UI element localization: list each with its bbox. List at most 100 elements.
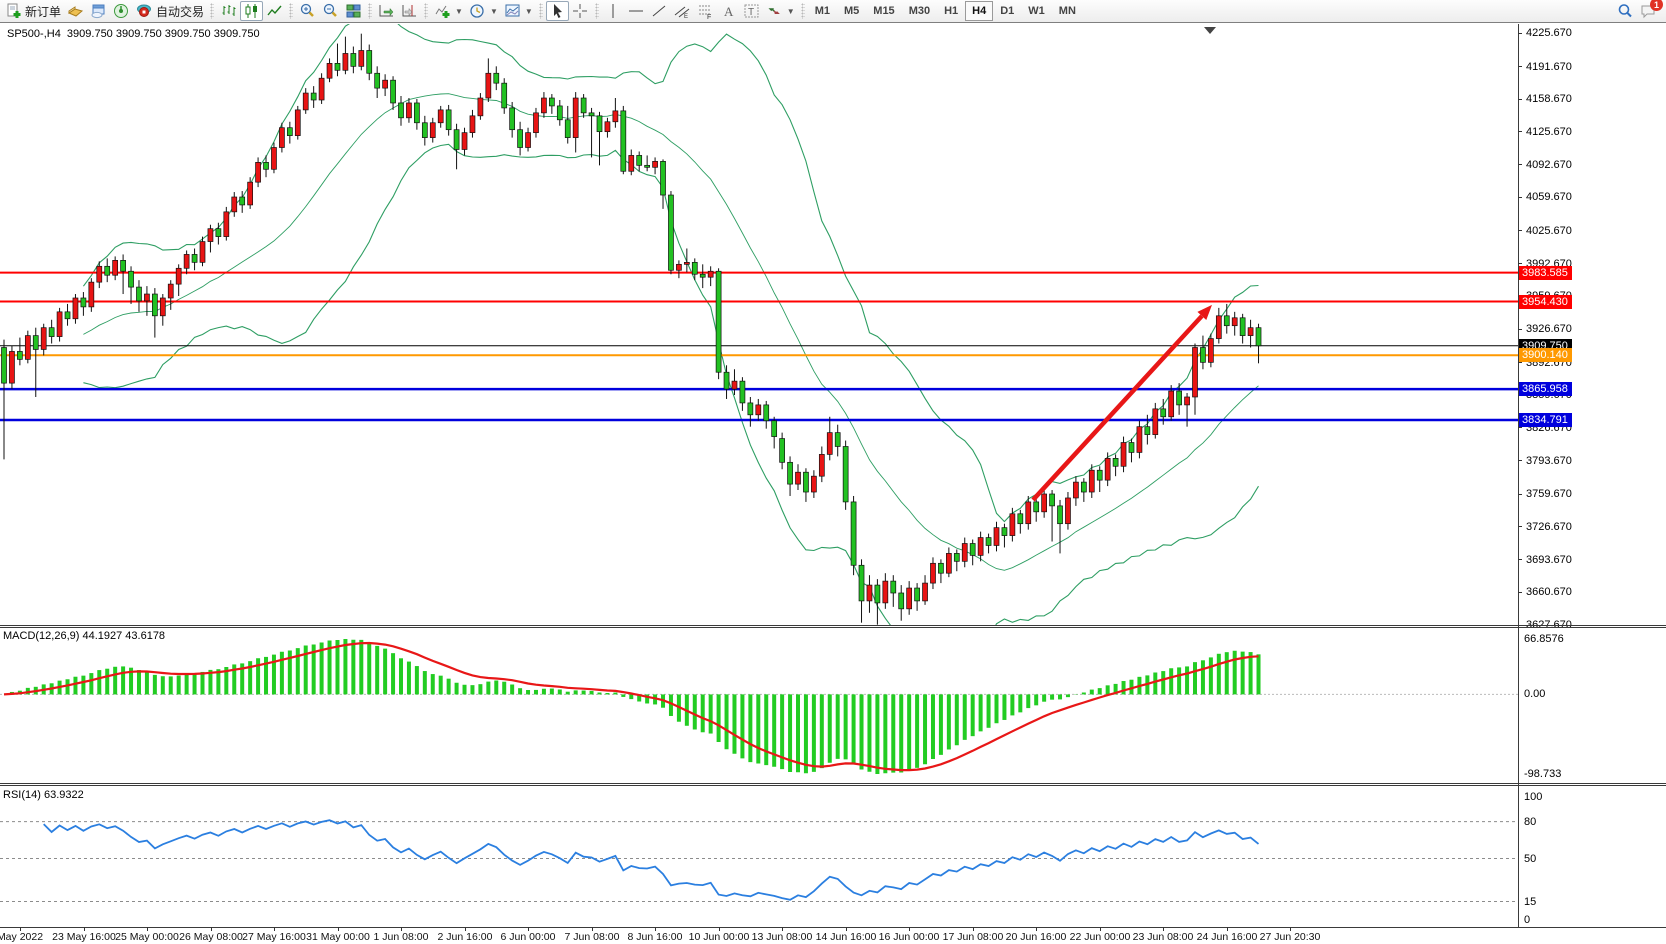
timeframe-d1[interactable]: D1 — [993, 1, 1021, 21]
bear-candle — [986, 538, 991, 546]
macd-pane[interactable] — [0, 628, 1518, 783]
timeframe-mn[interactable]: MN — [1052, 1, 1083, 21]
signal-button[interactable] — [110, 1, 133, 21]
timeframe-m15[interactable]: M15 — [866, 1, 901, 21]
autotrading-label: 自动交易 — [156, 3, 204, 20]
fibonacci-button[interactable]: F — [694, 1, 717, 21]
price-tag[interactable]: 3834.791 — [1519, 413, 1572, 427]
bear-candle — [240, 197, 245, 205]
price-axis-tick — [1518, 329, 1522, 330]
bear-candle — [764, 405, 769, 421]
templates-button[interactable]: ▼ — [501, 1, 536, 21]
bear-candle — [700, 274, 705, 277]
arrows-button[interactable]: ▼ — [763, 1, 798, 21]
trendline-button[interactable] — [648, 1, 671, 21]
bull-candle — [176, 268, 181, 284]
time-axis-label: 17 Jun 08:00 — [943, 931, 1004, 943]
bull-candle — [907, 588, 912, 609]
price-tag[interactable]: 3865.958 — [1519, 382, 1572, 396]
candlestick-chart-button[interactable] — [240, 1, 263, 21]
bear-candle — [81, 298, 86, 307]
bear-candle — [287, 128, 292, 136]
timeframe-w1[interactable]: W1 — [1021, 1, 1052, 21]
bear-candle — [970, 543, 975, 555]
toolbar-grip — [424, 3, 428, 19]
bull-candle — [478, 98, 483, 116]
bull-candle — [1089, 470, 1094, 492]
price-axis-label: 3759.670 — [1526, 488, 1572, 500]
chart-shift-marker[interactable] — [1204, 27, 1216, 34]
autotrading-button[interactable]: 自动交易 — [133, 1, 207, 21]
text-button[interactable]: A — [717, 1, 740, 21]
zoom-out-button[interactable] — [319, 1, 342, 21]
time-axis[interactable]: May 202223 May 16:0025 May 00:0026 May 0… — [0, 928, 1666, 944]
bear-candle — [803, 472, 808, 492]
bear-candle — [954, 553, 959, 561]
timeframe-m1[interactable]: M1 — [808, 1, 837, 21]
zoom-in-button[interactable] — [296, 1, 319, 21]
bull-candle — [930, 563, 935, 583]
notifications-button[interactable]: 1 — [1637, 1, 1660, 21]
price-tag[interactable]: 3900.140 — [1519, 348, 1572, 362]
horizontal-line-button[interactable] — [625, 1, 648, 21]
main-chart-pane[interactable] — [0, 24, 1518, 625]
arrows-icon — [766, 3, 783, 19]
rsi-axis-label: 80 — [1524, 816, 1536, 828]
bull-candle — [25, 336, 30, 360]
svg-text:E: E — [684, 14, 688, 19]
channel-button[interactable]: E — [671, 1, 694, 21]
bear-candle — [780, 439, 785, 463]
new-order-button[interactable]: 新订单 — [2, 1, 64, 21]
timeframe-m30[interactable]: M30 — [902, 1, 937, 21]
rsi-axis-label: 100 — [1524, 791, 1542, 803]
tile-windows-icon — [345, 3, 362, 19]
price-axis-label: 3726.670 — [1526, 521, 1572, 533]
periods-button[interactable]: ▼ — [466, 1, 501, 21]
market-watch-button[interactable] — [87, 1, 110, 21]
time-axis-label: 23 May 16:00 — [52, 931, 116, 943]
pane-separator[interactable] — [0, 783, 1666, 784]
bar-chart-button[interactable] — [217, 1, 240, 21]
pane-separator[interactable] — [0, 625, 1666, 626]
trend-arrow-line[interactable] — [1033, 316, 1202, 500]
timeframe-h1[interactable]: H1 — [937, 1, 965, 21]
bear-candle — [557, 106, 562, 120]
bear-candle — [581, 98, 586, 113]
price-axis-label: 4125.670 — [1526, 126, 1572, 138]
crosshair-button[interactable] — [569, 1, 592, 21]
bear-candle — [454, 130, 459, 150]
pane-separator[interactable] — [0, 627, 1666, 628]
chart-shift-button[interactable] — [398, 1, 421, 21]
price-tag[interactable]: 3954.430 — [1519, 295, 1572, 309]
timeframe-m5[interactable]: M5 — [837, 1, 866, 21]
cursor-button[interactable] — [546, 1, 569, 21]
bull-candle — [1193, 347, 1198, 396]
bear-candle — [121, 260, 126, 271]
bull-candle — [406, 103, 411, 118]
toolbar-grip — [368, 3, 372, 19]
indicators-button[interactable]: ▼ — [431, 1, 466, 21]
auto-scroll-button[interactable] — [375, 1, 398, 21]
text-label-button[interactable]: T — [740, 1, 763, 21]
price-axis-label: 4025.670 — [1526, 225, 1572, 237]
bull-candle — [629, 155, 634, 171]
price-tag[interactable]: 3983.585 — [1519, 266, 1572, 280]
zoom-out-icon — [322, 3, 339, 19]
tile-windows-button[interactable] — [342, 1, 365, 21]
search-button[interactable] — [1614, 1, 1637, 21]
rsi-pane[interactable] — [0, 786, 1518, 927]
cursor-icon — [549, 3, 566, 19]
bull-candle — [684, 262, 689, 264]
line-chart-button[interactable] — [263, 1, 286, 21]
price-axis-tick — [1518, 362, 1522, 363]
bear-candle — [843, 446, 848, 501]
chart-profile-button[interactable] — [64, 1, 87, 21]
bear-candle — [661, 161, 666, 195]
timeframe-h4[interactable]: H4 — [965, 1, 993, 21]
pane-separator[interactable] — [0, 785, 1666, 786]
bear-candle — [129, 271, 134, 287]
vertical-line-button[interactable] — [602, 1, 625, 21]
price-axis-label: 3693.670 — [1526, 554, 1572, 566]
bar-chart-icon — [220, 3, 237, 19]
bear-candle — [351, 53, 356, 66]
